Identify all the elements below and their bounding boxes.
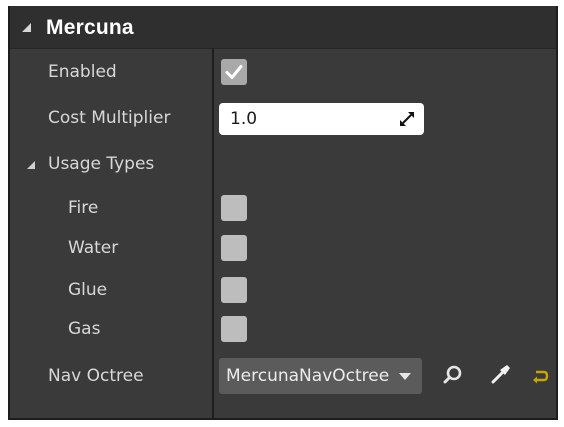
column-divider[interactable]	[212, 48, 214, 418]
usage-type-checkbox-fire[interactable]	[221, 195, 247, 221]
enabled-label: Enabled	[48, 62, 117, 82]
category-title: Mercuna	[46, 16, 134, 39]
usage-type-checkbox-glue[interactable]	[221, 277, 247, 303]
chevron-down-icon	[399, 373, 411, 380]
cost-multiplier-value: 1.0	[230, 109, 258, 129]
search-icon[interactable]	[442, 364, 464, 386]
enabled-checkbox[interactable]	[221, 59, 247, 85]
usage-types-label: Usage Types	[48, 154, 155, 174]
usage-type-label-water: Water	[68, 238, 119, 258]
reset-arrow-icon[interactable]	[530, 366, 552, 388]
cost-multiplier-label: Cost Multiplier	[48, 108, 171, 128]
usage-type-label-gas: Gas	[68, 319, 101, 339]
nav-octree-dropdown[interactable]: MercunaNavOctree	[219, 358, 422, 394]
check-icon	[225, 65, 243, 79]
collapse-arrow-icon[interactable]	[22, 23, 31, 32]
usage-type-checkbox-gas[interactable]	[221, 316, 247, 342]
usage-type-label-glue: Glue	[68, 280, 108, 300]
category-header[interactable]: Mercuna	[10, 6, 556, 49]
usage-type-label-fire: Fire	[68, 198, 99, 218]
drag-resize-icon	[400, 112, 414, 126]
nav-octree-label: Nav Octree	[48, 366, 144, 386]
cost-multiplier-input[interactable]: 1.0	[219, 103, 424, 135]
usage-types-collapse-arrow-icon[interactable]	[27, 161, 35, 169]
nav-octree-selected-value: MercunaNavOctree	[226, 366, 390, 386]
picker-icon[interactable]	[490, 363, 512, 385]
details-panel: Mercuna Enabled Cost Multiplier 1.0 Usag…	[8, 6, 558, 420]
usage-type-checkbox-water[interactable]	[221, 235, 247, 261]
